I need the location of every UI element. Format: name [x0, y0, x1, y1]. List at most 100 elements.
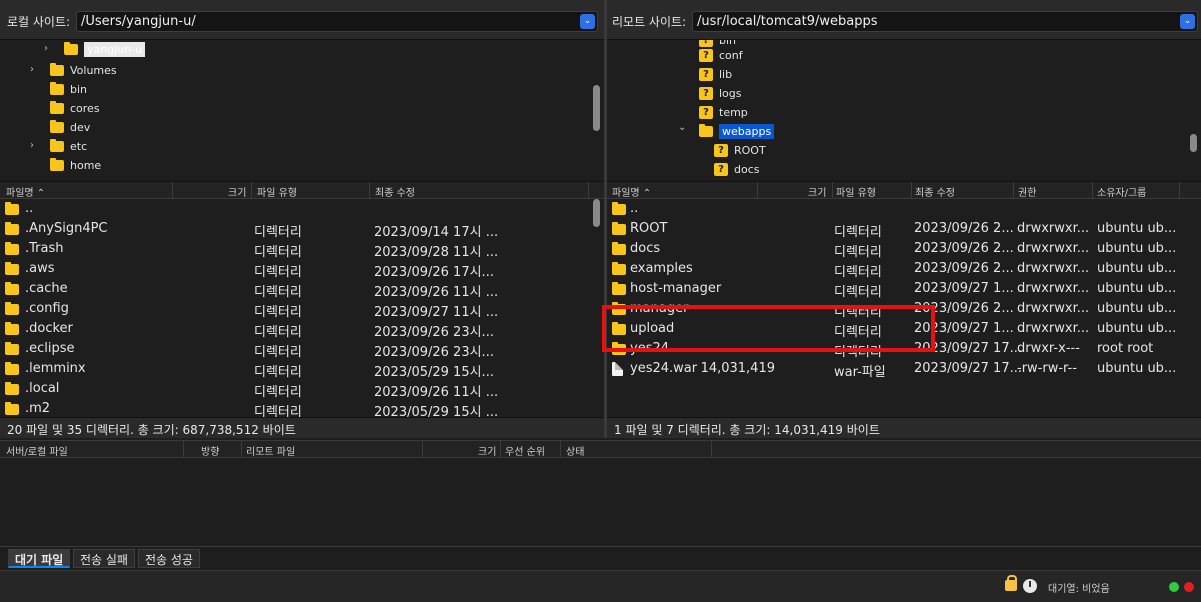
remote-directory-tree[interactable]: ? bin? conf? lib? logs? temp ⌄ webapps? ROOT? doc…	[607, 40, 1201, 178]
lock-icon[interactable]	[1005, 575, 1017, 591]
tab-failed-transfers[interactable]: 전송 실패	[73, 549, 135, 568]
remote-tree-item[interactable]: ? lib	[699, 65, 732, 84]
remote-site-pane: 리모트 사이트: /usr/local/tomcat9/webapps ⌄ ? b…	[607, 0, 1201, 438]
chevron-down-icon[interactable]: ⌄	[1180, 14, 1195, 29]
folder-icon	[612, 222, 626, 235]
remote-cell-type: 디렉터리	[834, 245, 882, 260]
remote-column-header[interactable]: 크기	[808, 184, 826, 199]
remote-tree-item[interactable]: ? ROOT	[714, 141, 766, 160]
local-tree-item[interactable]: cores	[50, 99, 100, 118]
remote-tree-item[interactable]: ⌄ webapps	[678, 122, 775, 141]
queue-column-header[interactable]: 리모트 파일	[246, 443, 295, 458]
folder-icon	[612, 242, 626, 255]
local-file-row[interactable]: .cache 디렉터리 2023/09/26 11시 ...	[0, 279, 604, 300]
queue-column-header[interactable]: 크기	[478, 443, 496, 458]
queue-column-header[interactable]: 서버/로컬 파일	[6, 443, 68, 458]
queue-column-header[interactable]: 방향	[201, 443, 219, 458]
tab-queued-files[interactable]: 대기 파일	[8, 549, 71, 568]
column-separator[interactable]	[241, 441, 242, 458]
column-separator[interactable]	[711, 441, 712, 458]
column-separator[interactable]	[757, 182, 758, 199]
tab-successful-transfers[interactable]: 전송 성공	[138, 549, 200, 568]
remote-column-header[interactable]: 최종 수정	[915, 184, 955, 199]
chevron-down-icon[interactable]: ⌄	[678, 122, 686, 133]
local-tree-label: Volumes	[70, 64, 117, 77]
column-separator[interactable]	[1179, 182, 1180, 199]
chevron-right-icon[interactable]: ›	[44, 43, 48, 54]
local-file-row[interactable]: .AnySign4PC 디렉터리 2023/09/14 17시 ...	[0, 219, 604, 240]
remote-tree-item[interactable]: ? conf	[699, 46, 743, 65]
remote-file-row[interactable]: ..	[607, 199, 1201, 219]
local-tree-item[interactable]: › yangjun-u	[44, 40, 146, 59]
local-file-list[interactable]: .. .AnySign4PC 디렉터리 2023/09/14 17시 ... .Tras…	[0, 199, 604, 417]
local-tree-item[interactable]: › Volumes	[30, 61, 117, 80]
local-column-header[interactable]: 파일 유형	[257, 184, 297, 199]
remote-column-header[interactable]: 소유자/그룹	[1097, 184, 1146, 199]
remote-file-row[interactable]: host-manager 디렉터리 2023/09/27 1... drwxrwxr.…	[607, 279, 1201, 300]
remote-column-header[interactable]: 파일명 ⌃	[612, 184, 651, 199]
column-separator[interactable]	[1013, 182, 1014, 199]
local-file-row[interactable]: .aws 디렉터리 2023/09/26 17시...	[0, 259, 604, 280]
remote-cell-modified: 2023/09/27 17...	[914, 361, 1022, 376]
local-tree-scrollbar[interactable]	[593, 85, 600, 131]
chevron-down-icon[interactable]: ⌄	[580, 14, 595, 29]
local-cell-type: 디렉터리	[254, 245, 302, 260]
remote-file-row[interactable]: yes24.war 14,031,419 war-파일 2023/09/27 17..…	[607, 359, 1201, 380]
local-cell-modified: 2023/09/14 17시 ...	[374, 225, 499, 240]
local-file-row[interactable]: .config 디렉터리 2023/09/27 11시 ...	[0, 299, 604, 320]
remote-tree-item[interactable]: ? temp	[699, 103, 748, 122]
folder-icon	[50, 139, 64, 152]
queue-column-header[interactable]: 상태	[566, 443, 584, 458]
chevron-right-icon[interactable]: ›	[30, 140, 34, 151]
queue-status-text: 대기열: 비었음	[1048, 584, 1110, 595]
local-file-row[interactable]: ..	[0, 199, 604, 219]
remote-file-row[interactable]: docs 디렉터리 2023/09/26 2... drwxrwxr... ubuntu…	[607, 239, 1201, 260]
local-column-header[interactable]: 파일명 ⌃	[6, 184, 45, 199]
local-directory-tree[interactable]: › yangjun-u › Volumes bin cores dev › etc home	[0, 40, 604, 178]
column-separator[interactable]	[911, 182, 912, 199]
column-separator[interactable]	[422, 441, 423, 458]
chevron-right-icon[interactable]: ›	[30, 64, 34, 75]
local-file-row[interactable]: .eclipse 디렉터리 2023/09/26 23시...	[0, 339, 604, 360]
local-file-row[interactable]: .Trash 디렉터리 2023/09/28 11시 ...	[0, 239, 604, 260]
remote-tree-item[interactable]: ? logs	[699, 84, 742, 103]
remote-file-row[interactable]: examples 디렉터리 2023/09/26 2... drwxrwxr... ub…	[607, 259, 1201, 280]
remote-cell-owner: ubuntu ub...	[1097, 281, 1177, 296]
remote-column-header[interactable]: 권한	[1018, 184, 1036, 199]
column-separator[interactable]	[369, 182, 370, 199]
remote-tree-label: logs	[719, 87, 742, 100]
remote-site-label: 리모트 사이트:	[612, 15, 687, 29]
local-file-row[interactable]: .local 디렉터리 2023/09/26 11시 ...	[0, 379, 604, 400]
remote-column-header[interactable]: 파일 유형	[836, 184, 876, 199]
transfer-queue-list[interactable]	[0, 458, 1201, 546]
local-cell-type: 디렉터리	[254, 305, 302, 320]
column-separator[interactable]	[500, 441, 501, 458]
folder-icon	[64, 42, 78, 55]
local-column-header[interactable]: 크기	[228, 184, 246, 199]
column-separator[interactable]	[1092, 182, 1093, 199]
local-path-input[interactable]: /Users/yangjun-u/ ⌄	[76, 11, 598, 32]
remote-tree-scrollbar[interactable]	[1190, 134, 1197, 152]
column-separator[interactable]	[588, 182, 589, 199]
remote-tree-item[interactable]: ? docs	[714, 160, 760, 178]
local-tree-item[interactable]: › etc	[30, 137, 87, 156]
column-separator[interactable]	[560, 441, 561, 458]
local-file-row[interactable]: .docker 디렉터리 2023/09/26 23시...	[0, 319, 604, 340]
column-separator[interactable]	[183, 441, 184, 458]
remote-cell-name: examples	[630, 261, 693, 276]
local-file-row[interactable]: .lemminx 디렉터리 2023/05/29 15시...	[0, 359, 604, 380]
unknown-folder-icon: ?	[699, 49, 713, 62]
column-separator[interactable]	[172, 182, 173, 199]
local-column-header[interactable]: 최종 수정	[375, 184, 415, 199]
local-file-row[interactable]: .m2 디렉터리 2023/05/29 15시 ...	[0, 399, 604, 417]
queue-column-header[interactable]: 우선 순위	[505, 443, 545, 458]
column-separator[interactable]	[251, 182, 252, 199]
local-tree-item[interactable]: bin	[50, 80, 87, 99]
remote-file-row[interactable]: ROOT 디렉터리 2023/09/26 2... drwxrwxr... ubuntu…	[607, 219, 1201, 240]
column-separator[interactable]	[832, 182, 833, 199]
remote-path-input[interactable]: /usr/local/tomcat9/webapps ⌄	[692, 11, 1198, 32]
local-cell-name: .local	[25, 381, 60, 396]
local-tree-item[interactable]: home	[50, 156, 101, 175]
speed-limit-icon[interactable]	[1023, 579, 1037, 593]
local-tree-item[interactable]: dev	[50, 118, 90, 137]
